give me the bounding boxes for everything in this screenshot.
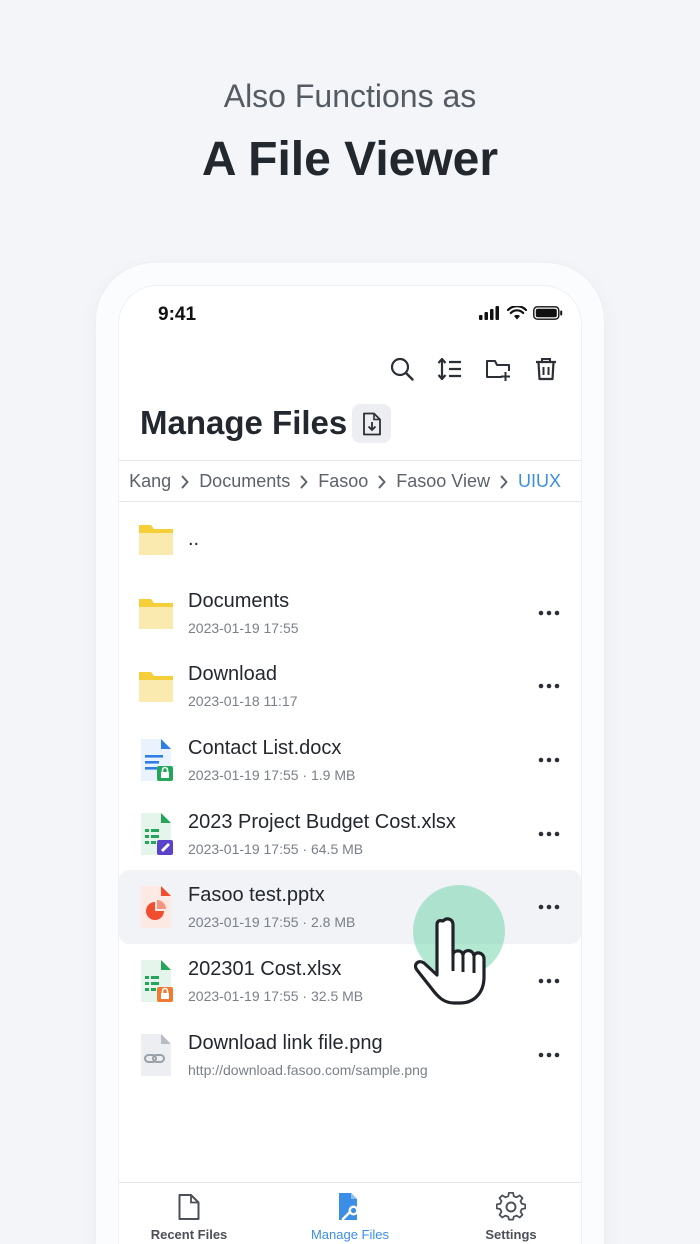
- gear-icon: [496, 1192, 526, 1221]
- breadcrumb-item[interactable]: Fasoo View: [396, 471, 490, 492]
- file-row[interactable]: 2023 Project Budget Cost.xlsx 2023-01-19 …: [119, 797, 581, 871]
- file-row[interactable]: ..: [119, 502, 581, 576]
- breadcrumb-item[interactable]: Documents: [199, 471, 290, 492]
- tab-settings-label: Settings: [485, 1227, 537, 1242]
- tab-recent-files-label: Recent Files: [150, 1227, 228, 1242]
- chevron-right-icon: [378, 475, 386, 489]
- more-options-icon[interactable]: [537, 824, 561, 844]
- battery-icon: [533, 306, 563, 320]
- pptx-file-icon: [138, 885, 174, 929]
- headline-subtitle: Also Functions as: [223, 78, 477, 114]
- file-meta: 2023-01-19 17:55 · 1.9 MB: [188, 767, 356, 784]
- file-icon: [178, 1194, 200, 1220]
- file-meta: 2023-01-18 11:17: [188, 693, 298, 710]
- chevron-right-icon: [181, 475, 189, 489]
- file-meta: 2023-01-19 17:55 · 2.8 MB: [188, 914, 356, 931]
- file-row[interactable]: Contact List.docx 2023-01-19 17:55 · 1.9 …: [119, 723, 581, 797]
- file-meta: 2023-01-19 17:55 · 32.5 MB: [188, 988, 364, 1005]
- file-download-icon: [362, 412, 381, 435]
- headline-title: A File Viewer: [201, 133, 499, 186]
- more-options-icon[interactable]: [537, 750, 561, 770]
- file-list: .. Documents 2023-01-19 17:55 Download 2023-…: [119, 502, 581, 1092]
- status-time: 9:41: [158, 304, 197, 325]
- file-name: Download link file.png: [188, 1031, 383, 1054]
- breadcrumb-item[interactable]: Kang: [129, 471, 171, 492]
- app-screen: 9:41 Manage Files Kang Documents Fasoo F…: [119, 286, 581, 1244]
- file-name: Download: [188, 663, 277, 686]
- file-row[interactable]: Documents 2023-01-19 17:55: [119, 576, 581, 650]
- wifi-icon: [507, 306, 527, 320]
- breadcrumb: Kang Documents Fasoo Fasoo View UIUX: [119, 460, 581, 502]
- link-file-icon: [138, 1033, 174, 1077]
- signal-icon: [479, 306, 499, 320]
- folder-icon: [138, 517, 174, 561]
- tab-manage-files[interactable]: Manage Files: [280, 1191, 420, 1242]
- more-options-icon[interactable]: [537, 897, 561, 917]
- folder-add-icon: [486, 360, 510, 381]
- file-row[interactable]: Download 2023-01-18 11:17: [119, 649, 581, 723]
- file-meta: http://download.fasoo.com/sample.png: [188, 1061, 428, 1078]
- tab-bar: Recent Files Manage Files Settings: [119, 1182, 581, 1244]
- more-options-icon[interactable]: [537, 676, 561, 696]
- pointing-hand-icon: [413, 917, 486, 1005]
- file-name: 202301 Cost.xlsx: [188, 958, 342, 981]
- more-options-icon[interactable]: [537, 971, 561, 991]
- tab-manage-files-label: Manage Files: [310, 1227, 390, 1242]
- status-icons: [479, 306, 563, 320]
- sort-icon: [437, 357, 461, 381]
- folder-icon: [138, 664, 174, 708]
- sort-button[interactable]: [435, 354, 465, 384]
- tab-settings[interactable]: Settings: [441, 1191, 581, 1242]
- new-folder-button[interactable]: [483, 354, 513, 384]
- folder-icon: [138, 591, 174, 635]
- breadcrumb-item[interactable]: UIUX: [518, 471, 561, 492]
- tab-recent-files[interactable]: Recent Files: [119, 1191, 259, 1242]
- file-row[interactable]: 202301 Cost.xlsx 2023-01-19 17:55 · 32.5 …: [119, 944, 581, 1018]
- file-import-button[interactable]: [352, 404, 391, 443]
- file-name: Fasoo test.pptx: [188, 884, 325, 907]
- page-title: Manage Files: [140, 404, 348, 441]
- search-icon: [390, 357, 414, 381]
- more-options-icon[interactable]: [537, 1045, 561, 1065]
- file-row[interactable]: Fasoo test.pptx 2023-01-19 17:55 · 2.8 MB: [119, 870, 581, 945]
- docx-file-icon: [138, 738, 174, 782]
- manage-files-icon: [339, 1193, 359, 1221]
- delete-button[interactable]: [531, 354, 561, 384]
- more-options-icon[interactable]: [537, 603, 561, 623]
- file-meta: 2023-01-19 17:55 · 64.5 MB: [188, 840, 364, 857]
- chevron-right-icon: [500, 475, 508, 489]
- search-button[interactable]: [387, 354, 417, 384]
- chevron-right-icon: [300, 475, 308, 489]
- breadcrumb-item[interactable]: Fasoo: [318, 471, 368, 492]
- file-name: Contact List.docx: [188, 737, 342, 760]
- file-row[interactable]: Download link file.png http://download.fa…: [119, 1018, 581, 1092]
- file-meta: 2023-01-19 17:55: [188, 619, 299, 636]
- file-name: 2023 Project Budget Cost.xlsx: [188, 810, 456, 833]
- file-name: ..: [188, 528, 200, 550]
- xlsx-file-icon: [138, 812, 174, 856]
- toolbar: [387, 354, 561, 384]
- file-name: Documents: [188, 589, 290, 612]
- trash-icon: [536, 358, 556, 381]
- xlsx-file-icon: [138, 959, 174, 1003]
